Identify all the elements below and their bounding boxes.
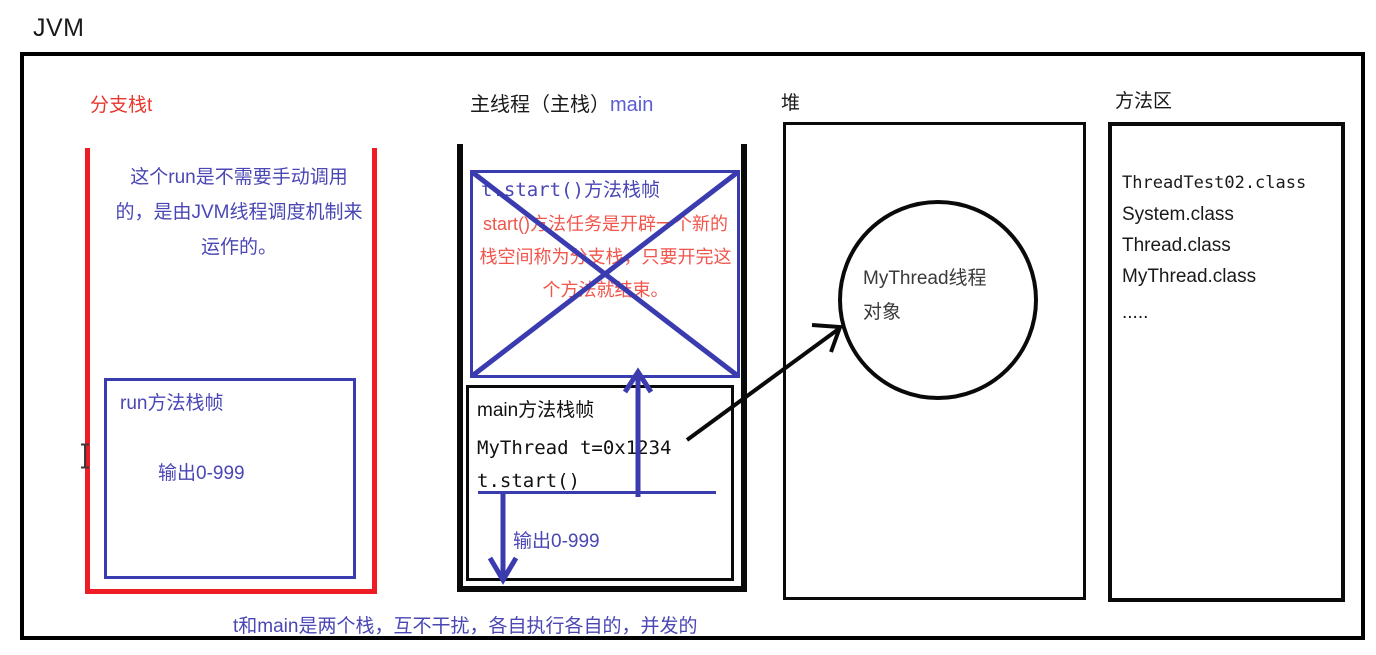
method-area-class-list: ThreadTest02.class System.class Thread.c…	[1122, 168, 1306, 334]
heap-object-label-line2: 对象	[863, 302, 902, 323]
heap-object-label: MyThread线程 对象	[863, 262, 1013, 330]
main-method-frame-label: main方法栈帧	[477, 400, 595, 421]
list-item: MyThread.class	[1122, 266, 1257, 287]
list-item: .....	[1122, 302, 1149, 323]
code-line-declaration: MyThread t=0x1234	[477, 437, 672, 459]
list-item: ThreadTest02.class	[1122, 173, 1307, 193]
branch-stack-note: 这个run是不需要手动调用的，是由JVM线程调度机制来运作的。	[115, 167, 363, 258]
method-area-header: 方法区	[1115, 91, 1173, 112]
code-line-start-call: t.start()	[477, 470, 580, 492]
heap-object-label-line1: MyThread线程	[863, 268, 987, 289]
list-item: System.class	[1122, 204, 1234, 225]
text-cursor-icon	[81, 443, 89, 469]
run-method-frame-label: run方法栈帧	[120, 393, 224, 414]
run-method-output-label: 输出0-999	[158, 463, 245, 484]
branch-stack-header: 分支栈t	[90, 95, 153, 116]
main-thread-header-prefix: 主线程（主栈）	[470, 94, 610, 116]
main-thread-header-name: main	[610, 94, 654, 116]
list-item: Thread.class	[1122, 235, 1231, 256]
main-thread-header: 主线程（主栈）main	[470, 88, 653, 117]
heap-header: 堆	[781, 93, 801, 114]
bottom-caption: t和main是两个栈，互不干扰，各自执行各自的，并发的	[233, 616, 698, 637]
main-output-label: 输出0-999	[513, 531, 600, 552]
tstart-method-note: start()方法任务是开辟一个新的栈空间称为分支栈，只要开完这个方法就结束。	[479, 214, 732, 300]
main-frame-divider	[478, 491, 716, 494]
tstart-method-frame-label: t.start()方法栈帧	[481, 179, 660, 201]
page-title: JVM	[33, 14, 85, 42]
